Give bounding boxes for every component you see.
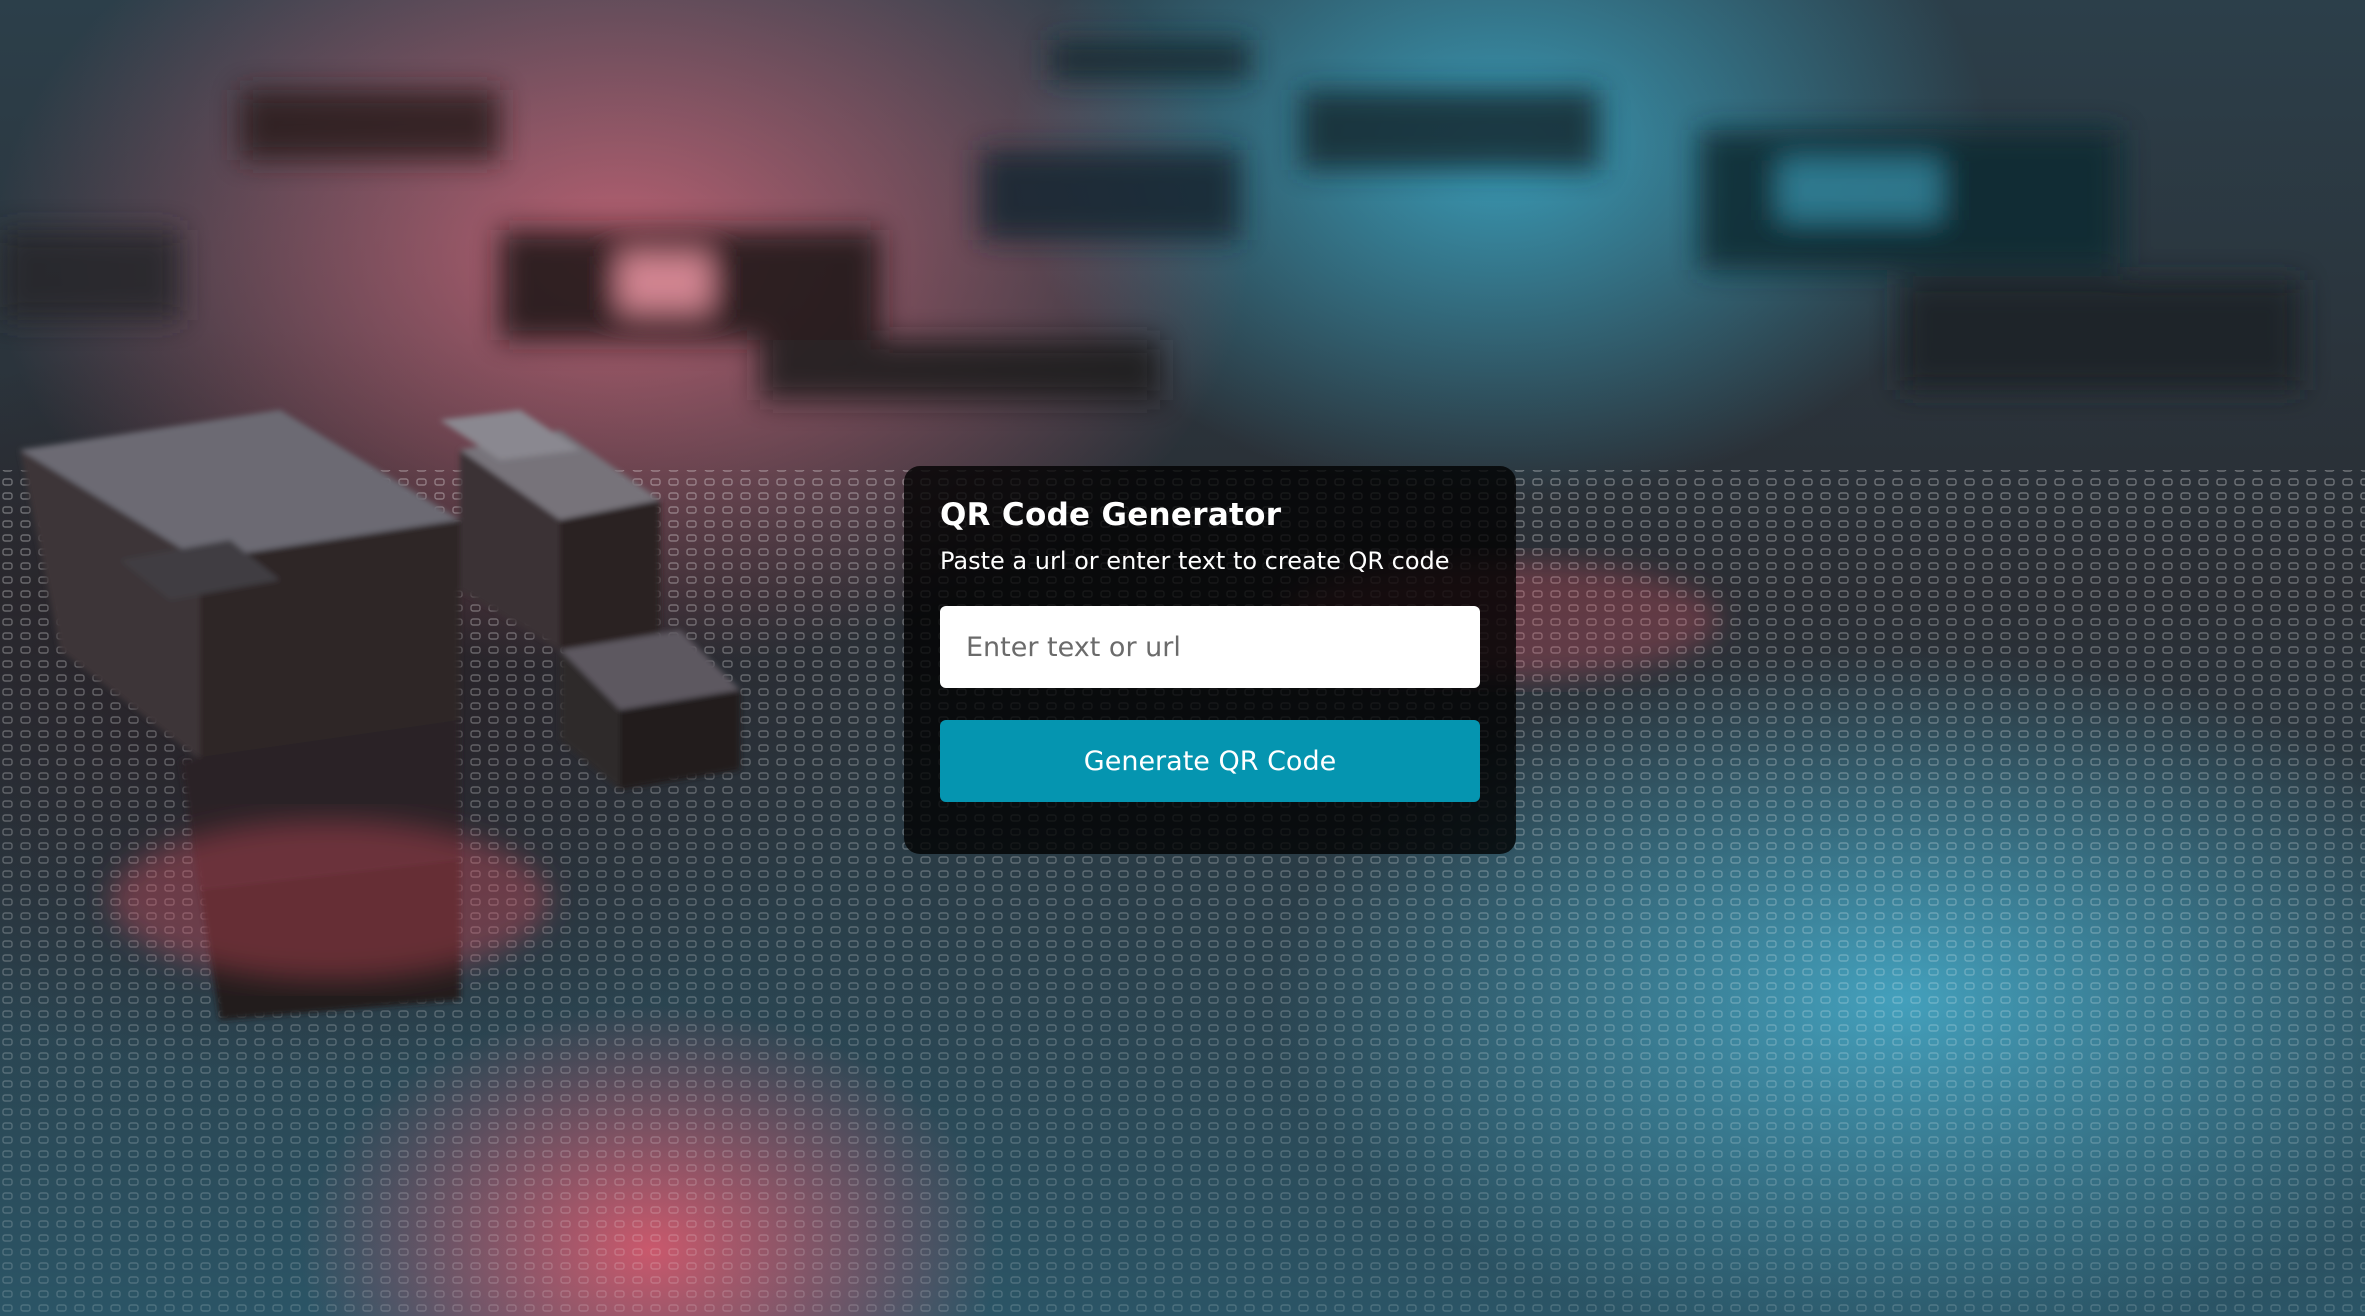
card-title: QR Code Generator: [940, 497, 1282, 533]
generate-qr-code-button[interactable]: Generate QR Code: [940, 720, 1480, 802]
card-subtitle: Paste a url or enter text to create QR c…: [940, 547, 1450, 575]
qr-generator-card: QR Code Generator Paste a url or enter t…: [904, 466, 1516, 854]
text-url-input[interactable]: [940, 606, 1480, 688]
